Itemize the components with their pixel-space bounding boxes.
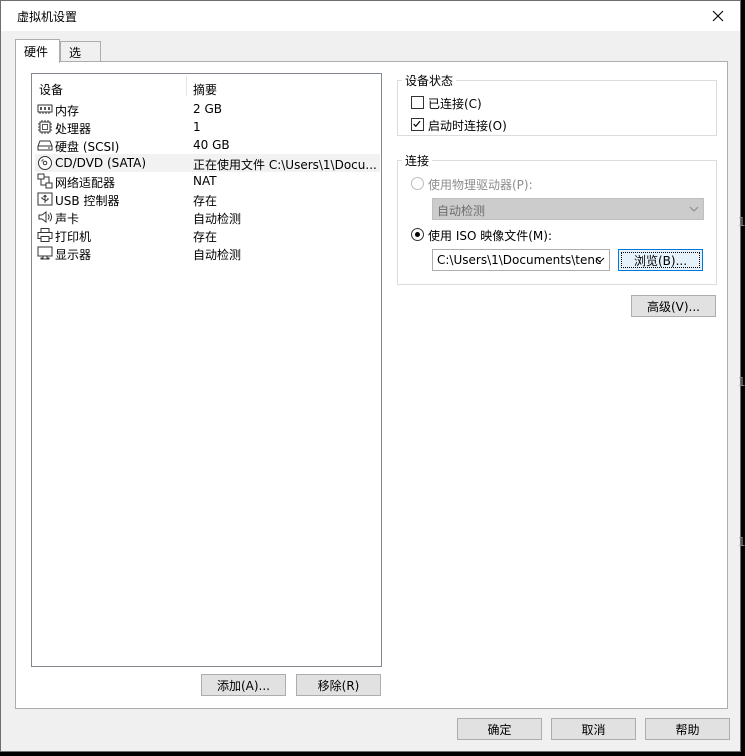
physical-drive-value: 自动检测 bbox=[437, 204, 486, 218]
processor-icon bbox=[38, 120, 52, 134]
printer-icon bbox=[37, 228, 53, 242]
device-name: 打印机 bbox=[55, 230, 92, 244]
physical-drive-label[interactable]: 使用物理驱动器(P): bbox=[428, 176, 533, 193]
memory-icon bbox=[37, 104, 53, 114]
iso-image-label[interactable]: 使用 ISO 映像文件(M): bbox=[428, 227, 552, 244]
device-row-usb-controller[interactable]: USB 控制器 存在 bbox=[35, 190, 380, 208]
device-list[interactable]: 设备 摘要 内存 2 GB 处理器 1 硬盘 (SCSI) 40 GB CD/D… bbox=[31, 73, 382, 667]
tab-hardware[interactable]: 硬件 bbox=[15, 39, 60, 63]
advanced-button[interactable]: 高级(V)... bbox=[631, 295, 716, 317]
device-row-printer[interactable]: 打印机 存在 bbox=[35, 226, 380, 244]
list-header: 设备 摘要 bbox=[32, 74, 381, 98]
device-row-hard-disk[interactable]: 硬盘 (SCSI) 40 GB bbox=[35, 136, 380, 154]
iso-image-radio[interactable] bbox=[411, 228, 424, 241]
device-name: 声卡 bbox=[55, 212, 80, 226]
device-summary: 正在使用文件 C:\Users\1\Docu... bbox=[193, 158, 377, 172]
device-status-group: 设备状态 已连接(C) 启动时连接(O) bbox=[397, 72, 717, 136]
hardware-panel: 设备 摘要 内存 2 GB 处理器 1 硬盘 (SCSI) 40 GB CD/D… bbox=[15, 61, 728, 709]
window-title: 虚拟机设置 bbox=[17, 10, 78, 24]
iso-path-value: C:\Users\1\Documents\tenc bbox=[437, 253, 602, 267]
connected-label[interactable]: 已连接(C) bbox=[428, 95, 482, 112]
cd-dvd-icon bbox=[38, 156, 52, 170]
connect-at-power-on-checkbox[interactable] bbox=[411, 118, 424, 131]
device-name: 显示器 bbox=[55, 248, 92, 262]
network-adapter-icon bbox=[37, 173, 53, 189]
device-name: USB 控制器 bbox=[55, 194, 120, 208]
connect-at-power-on-label[interactable]: 启动时连接(O) bbox=[428, 117, 507, 134]
connection-group: 连接 使用物理驱动器(P): 自动检测 使用 ISO 映像文件(M): C:\U… bbox=[397, 152, 717, 285]
background-text-fragment: 10 bbox=[738, 215, 745, 229]
device-row-network-adapter[interactable]: 网络适配器 NAT bbox=[35, 172, 380, 190]
column-divider[interactable] bbox=[186, 76, 187, 96]
display-icon bbox=[37, 246, 53, 260]
hard-disk-icon bbox=[37, 140, 53, 151]
tab-options[interactable]: 选项 bbox=[60, 41, 101, 77]
radio-selected-dot bbox=[415, 232, 420, 237]
device-name: 内存 bbox=[55, 104, 80, 118]
device-row-processor[interactable]: 处理器 1 bbox=[35, 118, 380, 136]
device-status-title: 设备状态 bbox=[402, 72, 457, 89]
connection-title: 连接 bbox=[402, 152, 433, 169]
browse-button[interactable]: 浏览(B)... bbox=[618, 249, 703, 271]
close-icon bbox=[712, 10, 724, 22]
add-device-button[interactable]: 添加(A)... bbox=[201, 674, 286, 696]
vm-settings-dialog: 虚拟机设置 硬件 选项 设备 摘要 内存 2 GB 处理器 1 bbox=[0, 0, 745, 752]
sound-card-icon bbox=[38, 211, 52, 223]
device-summary: 自动检测 bbox=[193, 248, 242, 262]
usb-icon bbox=[37, 192, 53, 206]
remove-device-button[interactable]: 移除(R) bbox=[296, 674, 381, 696]
device-summary: 存在 bbox=[193, 230, 218, 244]
physical-drive-radio[interactable] bbox=[411, 177, 424, 190]
background-text-fragment: 10 bbox=[738, 375, 745, 389]
background-text-fragment: 10 bbox=[738, 535, 745, 549]
device-row-display[interactable]: 显示器 自动检测 bbox=[35, 244, 380, 262]
device-row-cd-dvd[interactable]: CD/DVD (SATA) 正在使用文件 C:\Users\1\Docu... bbox=[35, 154, 380, 172]
device-row-memory[interactable]: 内存 2 GB bbox=[35, 100, 380, 118]
ok-button[interactable]: 确定 bbox=[457, 718, 542, 740]
iso-path-select[interactable]: C:\Users\1\Documents\tenc bbox=[432, 249, 610, 271]
device-name: 处理器 bbox=[55, 122, 92, 136]
physical-drive-select[interactable]: 自动检测 bbox=[432, 198, 704, 220]
device-summary: NAT bbox=[193, 174, 217, 188]
chevron-down-icon bbox=[689, 206, 699, 212]
title-bar: 虚拟机设置 bbox=[1, 1, 740, 31]
close-button[interactable] bbox=[696, 1, 740, 31]
column-header-summary[interactable]: 摘要 bbox=[193, 81, 217, 98]
checkmark-icon bbox=[413, 120, 421, 128]
device-name: 网络适配器 bbox=[55, 176, 116, 190]
chevron-down-icon bbox=[595, 257, 605, 263]
device-name: 硬盘 (SCSI) bbox=[55, 140, 120, 154]
device-name: CD/DVD (SATA) bbox=[55, 156, 147, 170]
help-button[interactable]: 帮助 bbox=[645, 718, 730, 740]
device-row-sound-card[interactable]: 声卡 自动检测 bbox=[35, 208, 380, 226]
device-summary: 自动检测 bbox=[193, 212, 242, 226]
device-summary: 存在 bbox=[193, 194, 218, 208]
column-header-device[interactable]: 设备 bbox=[39, 81, 63, 98]
device-summary: 1 bbox=[193, 120, 201, 134]
device-summary: 2 GB bbox=[193, 102, 222, 116]
device-summary: 40 GB bbox=[193, 138, 230, 152]
cancel-button[interactable]: 取消 bbox=[551, 718, 636, 740]
connected-checkbox[interactable] bbox=[411, 96, 424, 109]
